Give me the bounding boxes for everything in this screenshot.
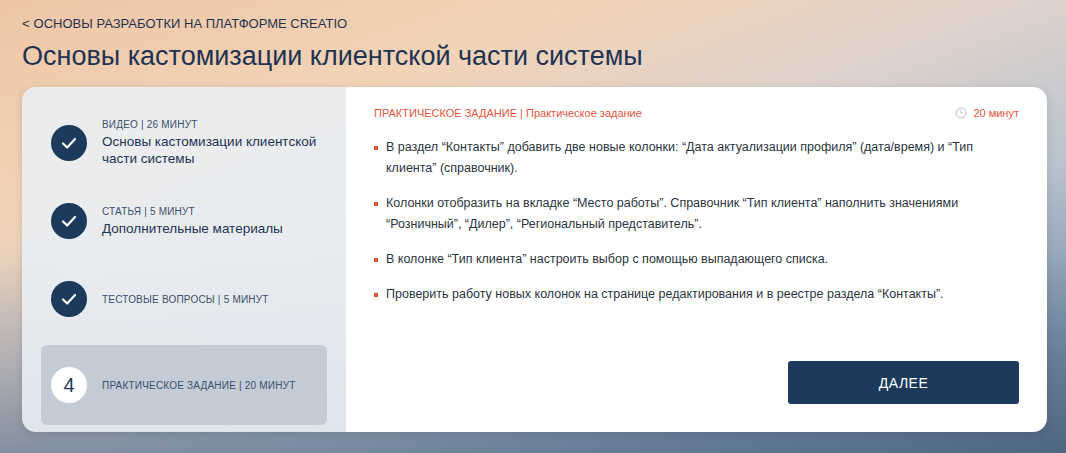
task-item: В колонке “Тип клиента” настроить выбор … bbox=[374, 249, 1019, 270]
lesson-card: ВИДЕО | 26 МИНУТ Основы кастомизации клие… bbox=[22, 87, 1047, 432]
page-title: Основы кастомизации клиентской части сис… bbox=[22, 39, 1047, 73]
task-item: В раздел “Контакты” добавить две новые к… bbox=[374, 137, 1019, 179]
step-number: 4 bbox=[63, 374, 74, 397]
step-meta: СТАТЬЯ | 5 МИНУТ bbox=[102, 206, 283, 217]
step-marker bbox=[51, 203, 87, 239]
next-button[interactable]: ДАЛЕЕ bbox=[788, 361, 1019, 404]
step-item[interactable]: ТЕСТОВЫЕ ВОПРОСЫ | 5 МИНУТ bbox=[41, 267, 327, 331]
clock-icon bbox=[955, 107, 967, 119]
step-meta: ТЕСТОВЫЕ ВОПРОСЫ | 5 МИНУТ bbox=[102, 294, 269, 305]
step-marker bbox=[51, 125, 87, 161]
step-item[interactable]: 4 ПРАКТИЧЕСКОЕ ЗАДАНИЕ | 20 МИНУТ bbox=[41, 345, 327, 425]
step-meta: ПРАКТИЧЕСКОЕ ЗАДАНИЕ | 20 МИНУТ bbox=[102, 380, 296, 391]
step-meta: ВИДЕО | 26 МИНУТ bbox=[102, 119, 317, 130]
step-item[interactable]: ВИДЕО | 26 МИНУТ Основы кастомизации клие… bbox=[41, 111, 327, 175]
step-item[interactable]: СТАТЬЯ | 5 МИНУТ Дополнительные материалы bbox=[41, 189, 327, 253]
check-icon bbox=[60, 212, 78, 230]
check-icon bbox=[60, 290, 78, 308]
breadcrumb-link[interactable]: < ОСНОВЫ РАЗРАБОТКИ НА ПЛАТФОРМЕ CREATIO bbox=[22, 16, 1047, 31]
task-kind: ПРАКТИЧЕСКОЕ ЗАДАНИЕ | Практическое зада… bbox=[374, 107, 642, 119]
task-item: Колонки отобразить на вкладке “Место раб… bbox=[374, 193, 1019, 235]
steps-sidebar: ВИДЕО | 26 МИНУТ Основы кастомизации клие… bbox=[22, 87, 346, 432]
course-page: < ОСНОВЫ РАЗРАБОТКИ НА ПЛАТФОРМЕ CREATIO О… bbox=[0, 0, 1066, 453]
check-icon bbox=[60, 134, 78, 152]
step-marker: 4 bbox=[51, 367, 87, 403]
step-title: Основы кастомизации клиентской части сис… bbox=[102, 133, 317, 167]
step-title: Дополнительные материалы bbox=[102, 220, 283, 237]
step-marker bbox=[51, 281, 87, 317]
task-list: В раздел “Контакты” добавить две новые к… bbox=[374, 137, 1019, 305]
task-duration: 20 минут bbox=[955, 107, 1019, 119]
task-item: Проверить работу новых колонок на страни… bbox=[374, 284, 1019, 305]
task-panel: ПРАКТИЧЕСКОЕ ЗАДАНИЕ | Практическое зада… bbox=[346, 87, 1047, 432]
breadcrumb-label: ОСНОВЫ РАЗРАБОТКИ НА ПЛАТФОРМЕ CREATIO bbox=[34, 16, 348, 31]
back-icon: < bbox=[22, 16, 30, 31]
